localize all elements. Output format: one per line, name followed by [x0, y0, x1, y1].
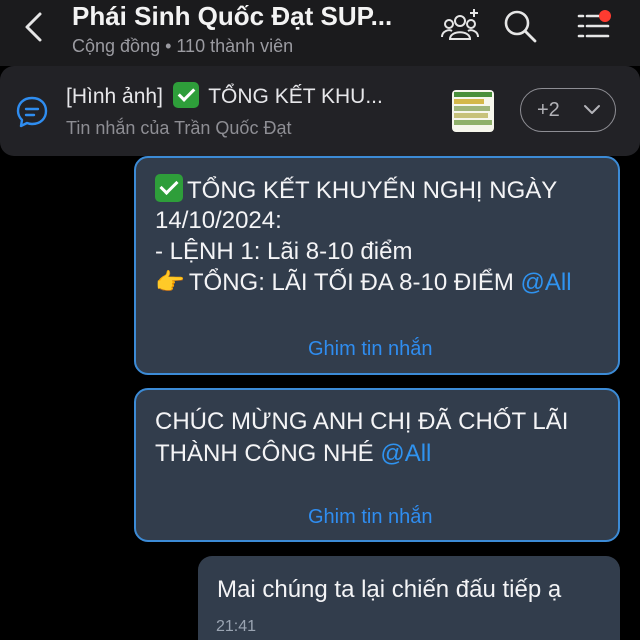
pinned-sender: Tin nhắn của Trần Quốc Đạt — [66, 118, 292, 138]
message-bubble[interactable]: TỔNG KẾT KHUYẾN NGHỊ NGÀY 14/10/2024: - … — [134, 156, 620, 375]
message-text: CHÚC MỪNG ANH CHỊ ĐÃ CHỐT LÃI — [155, 408, 569, 435]
mention-all[interactable]: @All — [521, 269, 572, 296]
pin-message-button[interactable]: Ghim tin nhắn — [308, 506, 433, 529]
more-pinned-button[interactable]: +2 — [520, 88, 616, 132]
chat-bubble-icon — [14, 94, 50, 130]
mention-all[interactable]: @All — [380, 440, 431, 467]
chat-header: Phái Sinh Quốc Đạt SUP... Cộng đồng • 11… — [0, 0, 640, 66]
pinned-title-text: TỔNG KẾT KHU... — [208, 85, 383, 108]
message-text: 14/10/2024: — [155, 207, 282, 234]
message-text: - LỆNH 1: Lãi 8-10 điểm — [155, 238, 413, 265]
pointing-hand-icon: 👉 — [155, 269, 185, 296]
pin-message-button[interactable]: Ghim tin nhắn — [308, 338, 433, 361]
check-mark-icon — [172, 82, 199, 108]
add-member-button[interactable] — [440, 6, 480, 46]
more-pinned-count: +2 — [537, 99, 560, 121]
message-bubble[interactable]: CHÚC MỪNG ANH CHỊ ĐÃ CHỐT LÃI THÀNH CÔNG… — [134, 388, 620, 542]
group-title[interactable]: Phái Sinh Quốc Đạt SUP... — [72, 1, 432, 32]
back-button[interactable] — [16, 8, 50, 46]
chevron-down-icon — [584, 105, 600, 114]
message-text: THÀNH CÔNG NHÉ @All — [155, 440, 432, 467]
group-subtitle[interactable]: Cộng đồng • 110 thành viên — [72, 36, 293, 57]
add-member-icon — [441, 9, 479, 40]
message-bubble[interactable]: Mai chúng ta lại chiến đấu tiếp ạ 21:41 — [198, 556, 620, 640]
search-button[interactable] — [500, 6, 540, 46]
pinned-message-title: [Hình ảnh] TỔNG KẾT KHU... — [66, 82, 383, 109]
message-text: TỔNG KẾT KHUYẾN NGHỊ NGÀY — [155, 174, 557, 206]
notification-dot — [599, 10, 611, 22]
menu-button[interactable] — [574, 6, 614, 46]
chevron-left-icon — [25, 12, 42, 42]
search-icon — [504, 10, 537, 43]
message-text: 👉 TỔNG: LÃI TỐI ĐA 8-10 ĐIỂM @All — [155, 269, 572, 296]
pinned-image-thumbnail[interactable] — [452, 90, 494, 132]
message-text: Mai chúng ta lại chiến đấu tiếp ạ — [217, 576, 562, 603]
chat-screen: Phái Sinh Quốc Đạt SUP... Cộng đồng • 11… — [0, 0, 640, 640]
pinned-message-bar[interactable]: [Hình ảnh] TỔNG KẾT KHU... Tin nhắn của … — [0, 66, 640, 156]
pinned-prefix: [Hình ảnh] — [66, 85, 163, 108]
check-mark-icon — [155, 174, 183, 202]
message-time: 21:41 — [216, 618, 257, 635]
